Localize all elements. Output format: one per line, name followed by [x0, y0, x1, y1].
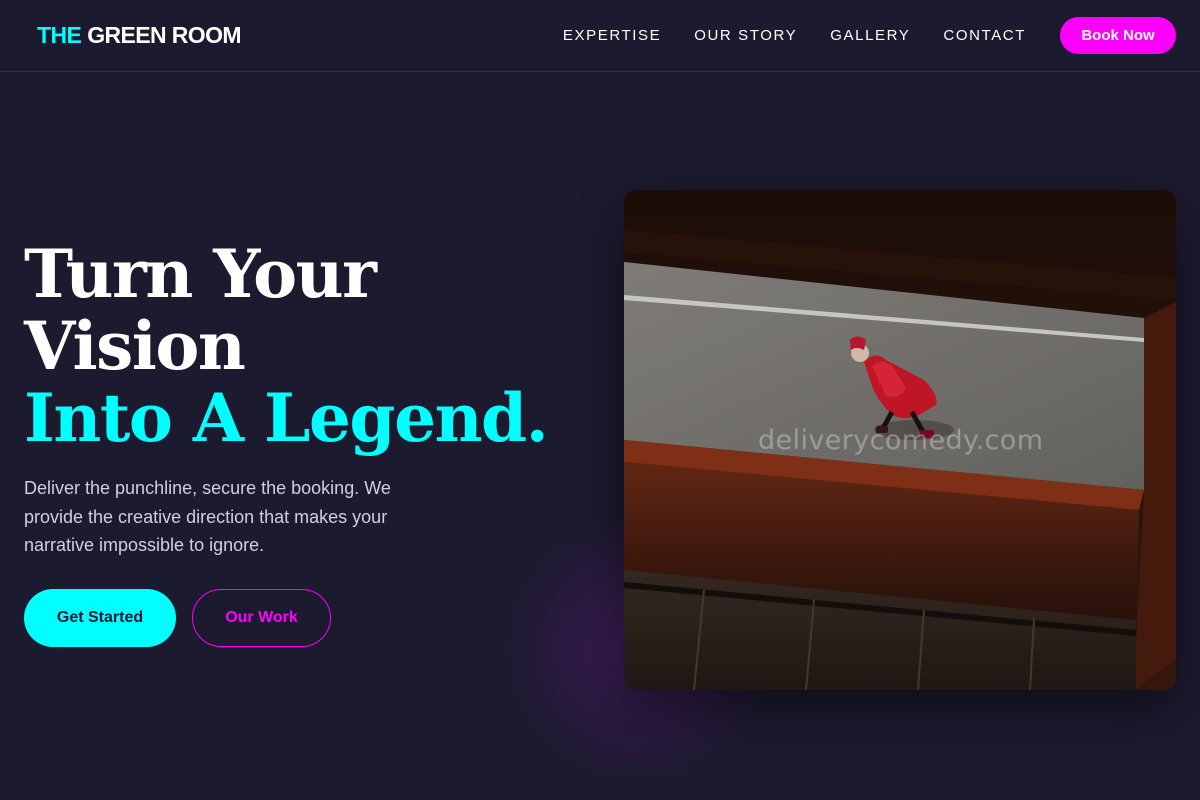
book-now-button[interactable]: Book Now [1060, 17, 1176, 54]
logo-accent-text: THE [37, 22, 82, 48]
our-work-button[interactable]: Our Work [192, 589, 331, 647]
nav-link-contact[interactable]: CONTACT [943, 27, 1026, 44]
hero-description: Deliver the punchline, secure the bookin… [24, 478, 391, 555]
hero-title-line-2: Vision [24, 307, 246, 385]
site-logo[interactable]: THE GREEN ROOM [37, 22, 242, 49]
nav-link-gallery[interactable]: GALLERY [830, 27, 910, 44]
hero-title-accent: Into A Legend. [24, 379, 549, 457]
hero-title: Turn Your Vision Into A Legend. [24, 235, 549, 457]
hero-title-line-1: Turn Your [24, 235, 377, 313]
logo-main-text: GREEN ROOM [87, 22, 241, 48]
page: THE GREEN ROOM EXPERTISE OUR STORY GALLE… [0, 0, 1200, 800]
main-nav: EXPERTISE OUR STORY GALLERY CONTACT Book… [563, 17, 1176, 54]
nav-link-expertise[interactable]: EXPERTISE [563, 27, 661, 44]
site-header: THE GREEN ROOM EXPERTISE OUR STORY GALLE… [0, 0, 1200, 72]
get-started-button[interactable]: Get Started [24, 589, 176, 647]
nav-link-our-story[interactable]: OUR STORY [694, 27, 797, 44]
image-watermark: deliverycomedy.com [758, 425, 1044, 456]
